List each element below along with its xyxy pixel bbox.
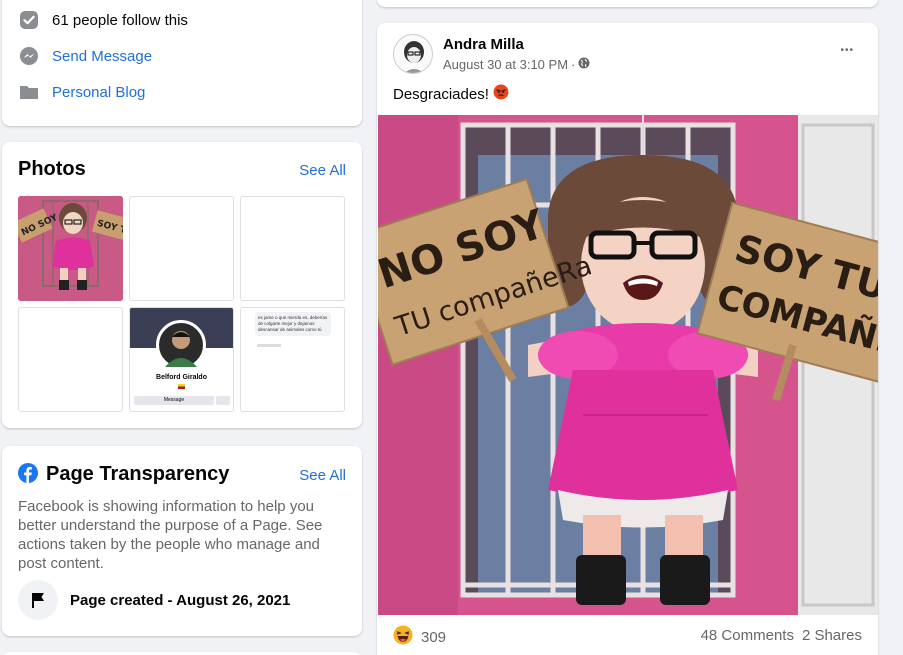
post-text-content: Desgraciades! <box>393 85 489 103</box>
send-message-row[interactable]: Send Message <box>18 45 152 67</box>
post-meta: August 30 at 3:10 PM · <box>443 57 590 72</box>
flag-icon <box>18 580 58 620</box>
reactions-row[interactable]: 309 <box>393 625 446 649</box>
about-card: 61 people follow this Send Message Perso… <box>2 0 362 126</box>
globe-icon <box>578 57 590 72</box>
photo-thumbnail[interactable]: es jame o que mierda es, deberías de col… <box>240 307 345 412</box>
post-more-button[interactable]: ••• <box>840 45 854 56</box>
comment-snippet-text: es jame o que mierda es, deberías de col… <box>258 315 328 332</box>
engagement-stats: 48 Comments 2 Shares <box>701 627 862 644</box>
post-text: Desgraciades! <box>393 84 509 104</box>
photos-grid: NO SOY SOY TU Belford Giraldo Message es… <box>18 196 346 414</box>
profile-message-button: Message <box>134 396 214 405</box>
comments-count-link[interactable]: 48 Comments <box>701 627 794 644</box>
photo-thumbnail[interactable]: Belford Giraldo Message <box>129 307 234 412</box>
page-transparency-title: Page Transparency <box>46 463 230 485</box>
send-message-link[interactable]: Send Message <box>52 48 152 65</box>
profile-more-button <box>216 396 230 405</box>
photo-thumbnail[interactable]: NO SOY SOY TU <box>18 196 123 301</box>
page-created-text: Page created - August 26, 2021 <box>70 591 291 609</box>
photo-thumbnail[interactable] <box>129 196 234 301</box>
followers-row: 61 people follow this <box>18 9 188 31</box>
photos-card: Photos See All NO SOY SOY TU Belford Gir… <box>2 142 362 428</box>
facebook-icon <box>18 463 38 483</box>
pinata-photo: NO SOY TU compañeRa SOY TU COMPAÑER <box>378 115 878 615</box>
profile-message-label: Message <box>163 397 185 403</box>
post-timestamp[interactable]: August 30 at 3:10 PM <box>443 57 568 72</box>
transparency-description: Facebook is showing information to help … <box>18 498 323 572</box>
photos-see-all-link[interactable]: See All <box>299 162 346 179</box>
post-image[interactable]: NO SOY TU compañeRa SOY TU COMPAÑER <box>378 115 878 615</box>
profile-name: Belford Giraldo <box>156 374 207 381</box>
haha-emoji-icon <box>393 625 413 649</box>
profile-avatar <box>156 320 206 370</box>
page-created-row: Page created - August 26, 2021 <box>18 580 290 620</box>
photo-thumbnail[interactable] <box>18 307 123 412</box>
post-card: Andra Milla August 30 at 3:10 PM · ••• D… <box>377 23 878 655</box>
angry-emoji-icon <box>493 84 509 104</box>
personal-blog-link[interactable]: Personal Blog <box>52 84 145 101</box>
post-author[interactable]: Andra Milla <box>443 36 524 53</box>
messenger-icon <box>18 45 40 67</box>
followers-text: 61 people follow this <box>52 11 188 29</box>
transparency-see-all-link[interactable]: See All <box>299 467 346 484</box>
folder-icon <box>18 81 40 103</box>
comment-snippet-meta <box>257 344 281 347</box>
pinata-thumbnail-image: NO SOY SOY TU <box>18 196 123 301</box>
shares-count-link[interactable]: 2 Shares <box>802 627 862 644</box>
previous-post-card <box>377 0 878 7</box>
meta-separator: · <box>571 57 576 72</box>
checkbox-icon <box>18 9 40 31</box>
photos-title: Photos <box>18 158 86 180</box>
reactions-count[interactable]: 309 <box>421 629 446 646</box>
comment-snippet: es jame o que mierda es, deberías de col… <box>255 312 331 336</box>
author-avatar[interactable] <box>393 34 433 74</box>
page-transparency-card: Page Transparency See All Facebook is sh… <box>2 446 362 636</box>
photo-thumbnail[interactable] <box>240 196 345 301</box>
flag-icon <box>178 384 185 389</box>
blog-row[interactable]: Personal Blog <box>18 81 145 103</box>
